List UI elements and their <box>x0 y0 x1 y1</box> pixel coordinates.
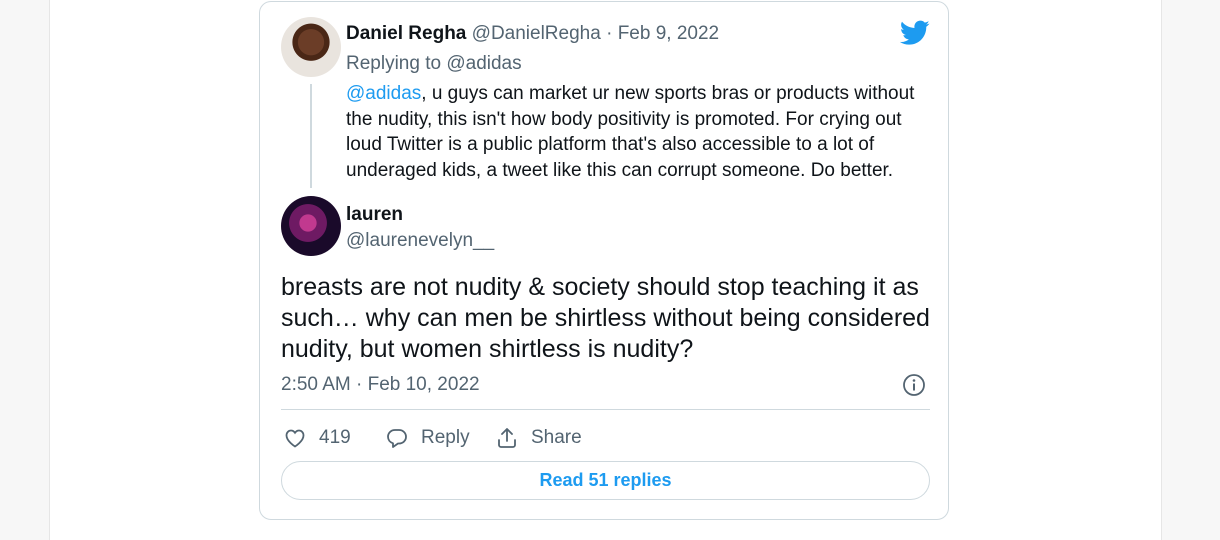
reply-label: Reply <box>421 427 470 448</box>
read-replies-button[interactable]: Read 51 replies <box>281 461 930 500</box>
replying-to-handle[interactable]: @adidas <box>446 53 521 74</box>
quoted-tweet-date[interactable]: Feb 9, 2022 <box>618 23 719 44</box>
heart-icon <box>285 429 305 448</box>
reply-icon <box>387 429 407 448</box>
share-icon <box>498 428 516 448</box>
embedded-tweet-card: Daniel Regha @DanielRegha · Feb 9, 2022 … <box>259 1 949 520</box>
like-button[interactable]: 419 <box>283 424 351 452</box>
thread-connector-line <box>310 84 312 188</box>
tweet-timestamp[interactable]: 2:50 AM · Feb 10, 2022 <box>281 374 480 396</box>
like-count: 419 <box>319 427 351 448</box>
quoted-author-handle[interactable]: @DanielRegha <box>472 23 601 44</box>
twitter-bird-icon[interactable] <box>900 20 930 46</box>
mention-link[interactable]: @adidas <box>346 83 421 104</box>
main-tweet-text: breasts are not nudity & society should … <box>281 273 930 363</box>
main-author-name[interactable]: lauren <box>346 204 403 226</box>
action-divider <box>281 409 930 410</box>
reply-button[interactable]: Reply <box>385 424 470 452</box>
quoted-tweet-header: Daniel Regha @DanielRegha · Feb 9, 2022 <box>346 23 719 45</box>
main-author-handle[interactable]: @laurenevelyn__ <box>346 230 494 252</box>
share-label: Share <box>531 427 582 448</box>
replying-prefix: Replying to <box>346 53 442 74</box>
avatar-daniel-regha[interactable] <box>281 17 341 77</box>
replying-to-line: Replying to @adidas <box>346 53 522 75</box>
share-button[interactable]: Share <box>495 424 582 452</box>
quoted-author-name[interactable]: Daniel Regha <box>346 23 466 44</box>
avatar-lauren[interactable] <box>281 196 341 256</box>
quoted-tweet-body: , u guys can market ur new sports bras o… <box>346 83 915 181</box>
separator-dot: · <box>606 23 613 44</box>
info-icon[interactable] <box>902 373 926 397</box>
quoted-tweet-text: @adidas, u guys can market ur new sports… <box>346 81 926 183</box>
